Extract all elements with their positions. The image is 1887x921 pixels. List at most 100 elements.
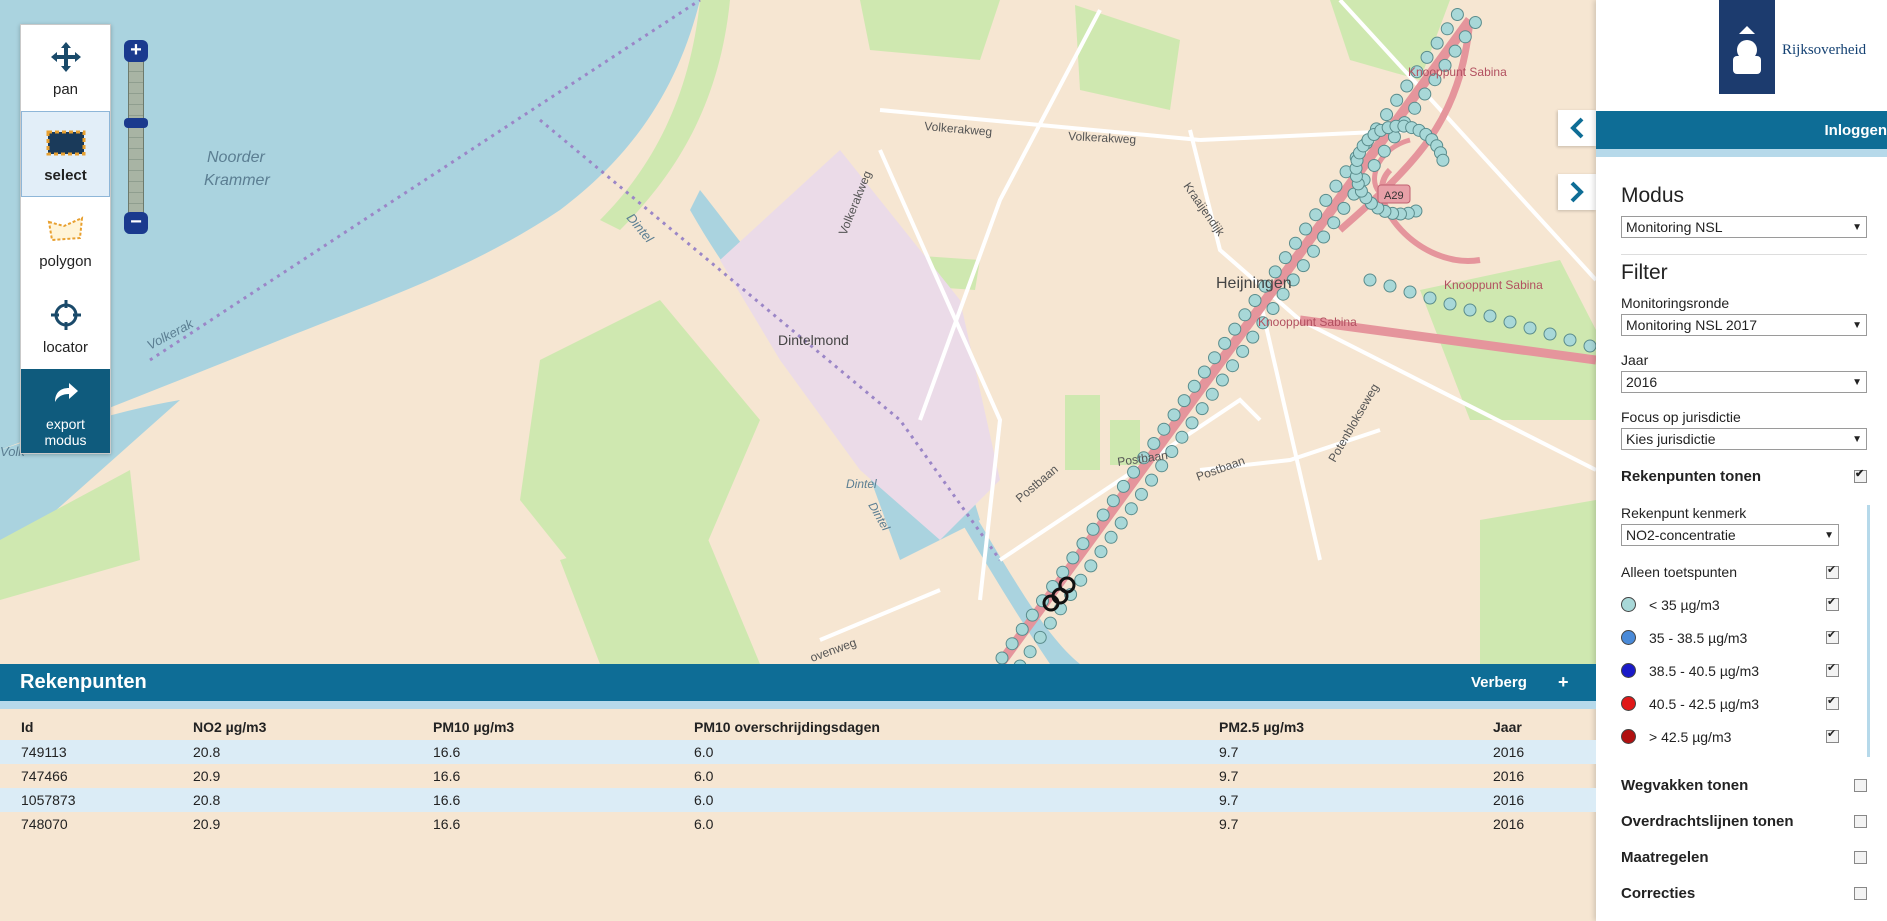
rekenpunt-marker[interactable]	[1543, 327, 1557, 341]
zoom-slider[interactable]: + −	[124, 40, 148, 234]
select-tool-button[interactable]: select	[21, 111, 110, 197]
rekenpunt-marker[interactable]	[1248, 294, 1262, 307]
rekenpunt-marker[interactable]	[1423, 291, 1437, 305]
rekenpunt-marker[interactable]	[1228, 322, 1242, 336]
rekenpunt-marker[interactable]	[1005, 637, 1019, 651]
rekenpunt-marker[interactable]	[1468, 16, 1482, 29]
rekenpunt-marker[interactable]	[1104, 530, 1118, 544]
rekenpunt-marker[interactable]	[1443, 297, 1457, 311]
table-row[interactable]: 748070 20.9 16.6 6.0 9.7 2016	[0, 812, 1596, 836]
zoom-out-button[interactable]: −	[124, 212, 148, 234]
rekenpunt-marker[interactable]	[1329, 179, 1343, 193]
overdrachtslijnen-checkbox[interactable]	[1854, 814, 1867, 828]
legend-checkbox[interactable]	[1826, 694, 1839, 710]
rekenpunt-marker[interactable]	[1418, 87, 1432, 101]
polygon-tool-button[interactable]: polygon	[21, 197, 110, 283]
rekenpunt-marker[interactable]	[1195, 402, 1209, 416]
rekenpunt-marker[interactable]	[1319, 193, 1333, 207]
table-row[interactable]: 747466 20.9 16.6 6.0 9.7 2016	[0, 764, 1596, 788]
rekenpunt-marker[interactable]	[1066, 551, 1080, 565]
rekenpunt-marker[interactable]	[1187, 379, 1201, 393]
rekenpunt-marker[interactable]	[1205, 387, 1219, 401]
rekenpunt-marker[interactable]	[1420, 50, 1434, 64]
rekenpunt-marker[interactable]	[1306, 244, 1320, 258]
monitoringsronde-select[interactable]: Monitoring NSL 2017 ▼	[1621, 314, 1867, 336]
rekenpunt-marker[interactable]	[1215, 373, 1229, 387]
rekenpunt-marker[interactable]	[1033, 630, 1047, 644]
rekenpunt-marker[interactable]	[1583, 339, 1596, 353]
kenmerk-select[interactable]: NO2-concentratie ▼	[1621, 524, 1839, 546]
rekenpunt-marker[interactable]	[1390, 93, 1404, 107]
rekenpunt-marker[interactable]	[1408, 101, 1422, 115]
rekenpunt-marker[interactable]	[1218, 336, 1232, 350]
rekenpunt-marker[interactable]	[1114, 516, 1128, 530]
rekenpunt-marker[interactable]	[1430, 36, 1444, 50]
rekenpunt-marker[interactable]	[1563, 333, 1577, 347]
rekenpunt-marker[interactable]	[1450, 8, 1464, 21]
rekenpunt-marker[interactable]	[1134, 487, 1148, 501]
rekenpunt-marker[interactable]	[1309, 208, 1323, 222]
rekenpunt-marker[interactable]	[1226, 359, 1240, 373]
rekenpunt-marker[interactable]	[1157, 422, 1171, 436]
rekenpunt-marker[interactable]	[1383, 279, 1397, 293]
rekenpunt-marker[interactable]	[1124, 502, 1138, 516]
table-row[interactable]: 1057873 20.8 16.6 6.0 9.7 2016	[0, 788, 1596, 812]
rekenpunt-marker[interactable]	[1436, 153, 1450, 167]
rekenpunt-marker[interactable]	[1523, 321, 1537, 335]
rekenpunt-marker[interactable]	[1084, 559, 1098, 573]
rekenpunt-marker[interactable]	[1367, 159, 1381, 172]
rekenpunt-marker[interactable]	[1056, 565, 1070, 579]
rekenpunt-marker[interactable]	[1094, 545, 1108, 559]
hide-table-button[interactable]: Verberg	[1471, 674, 1527, 691]
rekenpunt-marker[interactable]	[1197, 365, 1211, 379]
rekenpunt-marker[interactable]	[1363, 273, 1377, 287]
rekenpunt-marker[interactable]	[1106, 494, 1120, 508]
rekenpunt-marker[interactable]	[1076, 537, 1090, 551]
rekenpunt-marker[interactable]	[1400, 79, 1414, 93]
legend-checkbox[interactable]	[1826, 628, 1839, 644]
maatregelen-checkbox[interactable]	[1854, 850, 1867, 864]
legend-checkbox[interactable]	[1826, 595, 1839, 611]
rekenpunt-marker[interactable]	[1096, 508, 1110, 522]
rekenpunt-marker[interactable]	[1463, 303, 1477, 317]
login-button[interactable]: Inloggen	[1825, 122, 1887, 139]
rekenpunt-marker[interactable]	[1175, 430, 1189, 444]
rekenpunt-marker[interactable]	[1208, 351, 1222, 365]
rekenpunt-marker[interactable]	[1288, 236, 1302, 250]
rekenpunt-marker[interactable]	[1296, 259, 1310, 273]
rekenpunt-marker[interactable]	[1483, 309, 1497, 323]
zoom-handle[interactable]	[124, 118, 148, 128]
zoom-in-button[interactable]: +	[124, 40, 148, 62]
rekenpunt-marker[interactable]	[1503, 315, 1517, 329]
rekenpunt-marker[interactable]	[1236, 344, 1250, 358]
legend-checkbox[interactable]	[1826, 727, 1839, 743]
expand-panel-button[interactable]	[1558, 174, 1596, 210]
map-canvas[interactable]: A29 Noorder Krammer Volkerak Volk Volker…	[0, 0, 1596, 664]
rekenpunt-marker[interactable]	[1167, 408, 1181, 422]
collapse-panel-button[interactable]	[1558, 110, 1596, 146]
rekenpunt-marker[interactable]	[1145, 473, 1159, 487]
rekenpunt-marker[interactable]	[1337, 201, 1351, 215]
alleen-toetspunten-checkbox[interactable]	[1826, 563, 1839, 579]
rekenpunt-marker[interactable]	[995, 651, 1009, 664]
rekenpunt-marker[interactable]	[1278, 251, 1292, 265]
rekenpunt-marker[interactable]	[1299, 222, 1313, 236]
rekenpunt-marker[interactable]	[1185, 416, 1199, 430]
rekenpunt-marker[interactable]	[1327, 216, 1341, 230]
rekenpunten-checkbox[interactable]	[1854, 467, 1867, 483]
rekenpunt-marker[interactable]	[1086, 522, 1100, 536]
rekenpunt-marker[interactable]	[1238, 308, 1252, 322]
rekenpunt-marker[interactable]	[1025, 608, 1039, 622]
rekenpunt-marker[interactable]	[1403, 285, 1417, 299]
export-mode-button[interactable]: export modus	[21, 369, 110, 453]
rekenpunt-marker[interactable]	[1147, 437, 1161, 450]
rekenpunt-marker[interactable]	[1015, 622, 1029, 636]
rekenpunt-marker[interactable]	[1074, 573, 1088, 587]
rekenpunt-marker[interactable]	[1043, 616, 1057, 630]
locator-tool-button[interactable]: locator	[21, 283, 110, 369]
modus-select[interactable]: Monitoring NSL ▼	[1621, 216, 1867, 238]
expand-table-button[interactable]: +	[1558, 672, 1569, 693]
rekenpunt-marker[interactable]	[1177, 394, 1191, 408]
rekenpunt-marker[interactable]	[1458, 30, 1472, 44]
map-svg[interactable]: A29 Noorder Krammer Volkerak Volk Volker…	[0, 0, 1596, 664]
